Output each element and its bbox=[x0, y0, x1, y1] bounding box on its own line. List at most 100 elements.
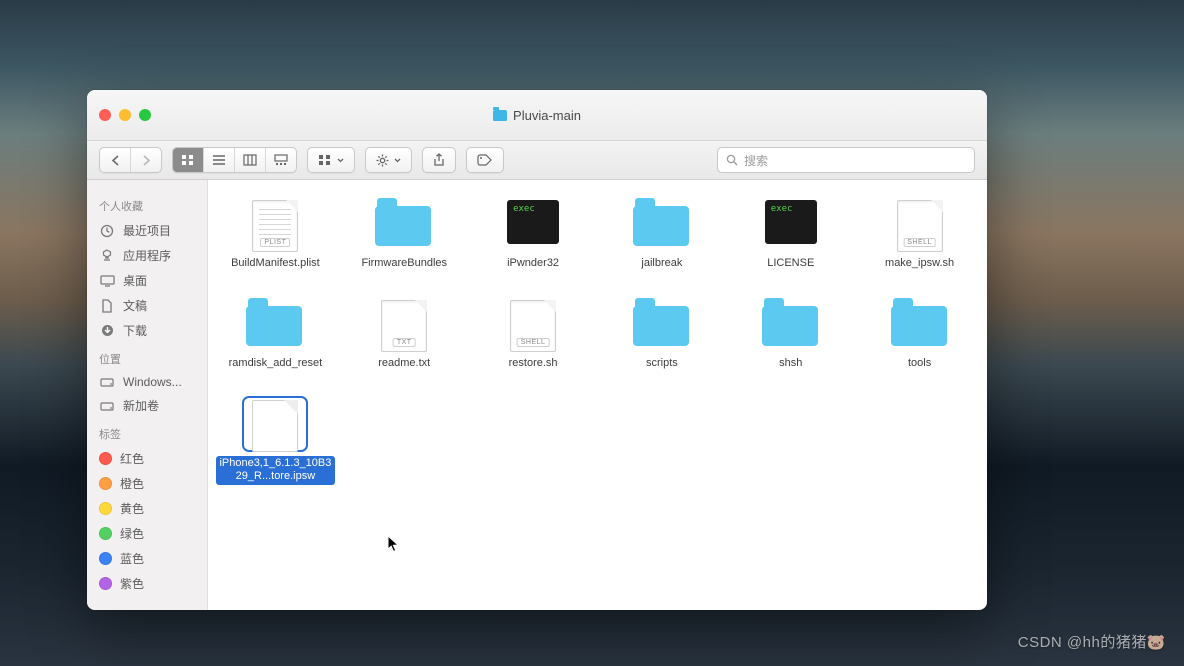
exec-icon: exec bbox=[504, 200, 562, 248]
sidebar-header: 标签 bbox=[87, 418, 207, 446]
back-button[interactable] bbox=[100, 148, 131, 172]
sidebar-item-label: 黄色 bbox=[120, 500, 144, 517]
sidebar-item[interactable]: 紫色 bbox=[87, 571, 207, 596]
sidebar-item-label: 应用程序 bbox=[123, 247, 171, 264]
search-field[interactable]: 搜索 bbox=[717, 147, 975, 173]
sidebar-item[interactable]: 红色 bbox=[87, 446, 207, 471]
document-icon: PLIST bbox=[246, 200, 304, 248]
window-title-text: Pluvia-main bbox=[513, 108, 581, 123]
document-icon: TXT bbox=[375, 300, 433, 348]
search-placeholder: 搜索 bbox=[744, 152, 768, 169]
folder-icon bbox=[493, 110, 507, 121]
maximize-button[interactable] bbox=[139, 109, 151, 121]
file-label: tools bbox=[905, 356, 934, 372]
tag-dot-icon bbox=[99, 502, 112, 515]
sidebar-header: 个人收藏 bbox=[87, 190, 207, 218]
disk-icon bbox=[99, 375, 115, 389]
file-label: readme.txt bbox=[375, 356, 433, 372]
file-item[interactable]: SHELLmake_ipsw.sh bbox=[858, 194, 981, 276]
sidebar-item[interactable]: 最近项目 bbox=[87, 218, 207, 243]
watermark: CSDN @hh的猪猪🐷 bbox=[1018, 631, 1166, 652]
file-item[interactable]: ramdisk_add_reset bbox=[214, 294, 337, 376]
file-label: FirmwareBundles bbox=[358, 256, 450, 272]
sidebar-item[interactable]: 橙色 bbox=[87, 471, 207, 496]
exec-icon: exec bbox=[762, 200, 820, 248]
sidebar-header: 位置 bbox=[87, 343, 207, 371]
sidebar-item-label: 新加卷 bbox=[123, 397, 159, 414]
file-label: jailbreak bbox=[638, 256, 685, 272]
file-label: BuildManifest.plist bbox=[228, 256, 323, 272]
file-item[interactable]: jailbreak bbox=[601, 194, 724, 276]
file-item[interactable]: execiPwnder32 bbox=[472, 194, 595, 276]
sidebar: 个人收藏最近项目应用程序桌面文稿下载位置 Windows... 新加卷标签红色橙色黄… bbox=[87, 180, 208, 610]
gallery-view-button[interactable] bbox=[266, 148, 296, 172]
list-view-button[interactable] bbox=[204, 148, 235, 172]
file-item[interactable]: TXT readme.txt bbox=[343, 294, 466, 376]
toolbar: 搜索 bbox=[87, 141, 987, 180]
sidebar-item[interactable]: 黄色 bbox=[87, 496, 207, 521]
tag-dot-icon bbox=[99, 527, 112, 540]
file-label: make_ipsw.sh bbox=[882, 256, 957, 272]
sidebar-item[interactable]: 绿色 bbox=[87, 521, 207, 546]
cursor-icon bbox=[387, 535, 401, 553]
group-by-button[interactable] bbox=[307, 147, 355, 173]
sidebar-item-label: 文稿 bbox=[123, 297, 147, 314]
tag-icon bbox=[477, 154, 493, 166]
action-button[interactable] bbox=[365, 147, 412, 173]
clock-icon bbox=[99, 224, 115, 238]
sidebar-item-label: 蓝色 bbox=[120, 550, 144, 567]
file-item[interactable]: shsh bbox=[729, 294, 852, 376]
tags-button[interactable] bbox=[466, 147, 504, 173]
window-title: Pluvia-main bbox=[87, 108, 987, 123]
doc-icon bbox=[99, 299, 115, 313]
sidebar-item[interactable]: 下载 bbox=[87, 318, 207, 343]
sidebar-item[interactable]: 应用程序 bbox=[87, 243, 207, 268]
tag-dot-icon bbox=[99, 452, 112, 465]
disk-icon bbox=[99, 399, 115, 413]
tag-dot-icon bbox=[99, 477, 112, 490]
sidebar-item-label: 下载 bbox=[123, 322, 147, 339]
sidebar-item-label: 桌面 bbox=[123, 272, 147, 289]
minimize-button[interactable] bbox=[119, 109, 131, 121]
traffic-lights bbox=[99, 109, 151, 121]
forward-button[interactable] bbox=[131, 148, 161, 172]
sidebar-item[interactable]: Windows... bbox=[87, 371, 207, 393]
close-button[interactable] bbox=[99, 109, 111, 121]
sidebar-item-label: 最近项目 bbox=[123, 222, 171, 239]
file-label: iPhone3,1_6.1.3_10B329_R...tore.ipsw bbox=[216, 456, 335, 486]
share-icon bbox=[433, 153, 445, 167]
file-item[interactable]: PLIST BuildManifest.plist bbox=[214, 194, 337, 276]
file-label: restore.sh bbox=[506, 356, 561, 372]
titlebar[interactable]: Pluvia-main bbox=[87, 90, 987, 141]
sidebar-item-label: 紫色 bbox=[120, 575, 144, 592]
file-label: LICENSE bbox=[764, 256, 817, 272]
file-item[interactable]: FirmwareBundles bbox=[343, 194, 466, 276]
file-grid[interactable]: PLIST BuildManifest.plist FirmwareBundles e… bbox=[208, 180, 987, 610]
sidebar-item[interactable]: 蓝色 bbox=[87, 546, 207, 571]
down-icon bbox=[99, 324, 115, 338]
sidebar-item[interactable]: 文稿 bbox=[87, 293, 207, 318]
icon-view-button[interactable] bbox=[173, 148, 204, 172]
folder-icon bbox=[375, 200, 433, 248]
sidebar-item-label: 红色 bbox=[120, 450, 144, 467]
file-item[interactable]: SHELLrestore.sh bbox=[472, 294, 595, 376]
file-item[interactable]: scripts bbox=[601, 294, 724, 376]
folder-icon bbox=[762, 300, 820, 348]
file-icon bbox=[246, 400, 304, 448]
share-button[interactable] bbox=[422, 147, 456, 173]
file-item[interactable]: tools bbox=[858, 294, 981, 376]
file-label: shsh bbox=[776, 356, 805, 372]
sidebar-item-label: Windows... bbox=[123, 375, 182, 389]
column-view-button[interactable] bbox=[235, 148, 266, 172]
sidebar-item[interactable]: 桌面 bbox=[87, 268, 207, 293]
file-label: ramdisk_add_reset bbox=[226, 356, 326, 372]
view-switcher bbox=[172, 147, 297, 173]
sidebar-item[interactable]: 新加卷 bbox=[87, 393, 207, 418]
app-icon bbox=[99, 249, 115, 263]
sidebar-item-label: 橙色 bbox=[120, 475, 144, 492]
gear-icon bbox=[376, 154, 389, 167]
folder-icon bbox=[633, 200, 691, 248]
file-item[interactable]: iPhone3,1_6.1.3_10B329_R...tore.ipsw bbox=[214, 394, 337, 490]
file-item[interactable]: exec LICENSE bbox=[729, 194, 852, 276]
desktop: Pluvia-main bbox=[0, 0, 1184, 666]
